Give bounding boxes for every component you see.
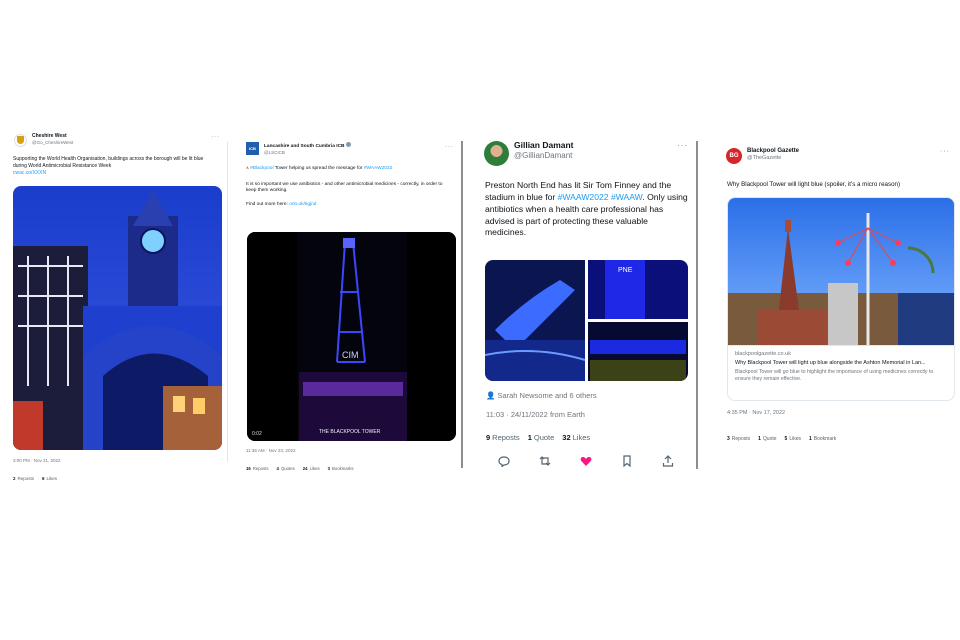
quotes-count[interactable]: 1 Quote	[528, 433, 555, 442]
reposts-count[interactable]: 2 Reposts	[13, 476, 34, 481]
tweet-body-2: It is so important we use antibiotics - …	[246, 181, 443, 194]
reposts-count[interactable]: 9 Reposts	[486, 433, 520, 442]
likes-count[interactable]: 5 Likes	[785, 436, 801, 442]
tweet-card-lancashire-icb: ICB Lancashire and South Cumbria ICB @LS…	[240, 136, 460, 481]
divider	[461, 141, 463, 468]
more-options-icon[interactable]: ···	[211, 134, 220, 140]
video-duration: 0:02	[252, 431, 262, 437]
tweet-header: Cheshire West @Go_CheshireWest	[14, 133, 73, 147]
more-options-icon[interactable]: ···	[445, 144, 454, 150]
verified-badge-icon	[345, 142, 351, 147]
author-name[interactable]: Lancashire and South Cumbria ICB	[264, 142, 351, 150]
tweet-text: ⩚ #Blackpool Tower helping us spread the…	[246, 166, 454, 209]
tweet-header: Gillian Damant @GillianDamant	[484, 140, 574, 166]
likes-count[interactable]: 24 Likes	[303, 466, 320, 471]
link-card[interactable]: blackpoolgazette.co.uk Why Blackpool Tow…	[727, 197, 955, 401]
tweet-stats: 2 Reposts 6 Likes	[13, 476, 57, 481]
tweet-timestamp[interactable]: 11:03 · 24/11/2022 from Earth	[486, 410, 585, 419]
avatar[interactable]	[14, 134, 27, 147]
tweet-header: ICB Lancashire and South Cumbria ICB @LS…	[246, 142, 351, 155]
like-icon[interactable]	[580, 455, 592, 467]
divider	[227, 142, 228, 462]
svg-text:PNE: PNE	[618, 267, 633, 274]
link-description: Blackpool Tower will go blue to highligh…	[735, 369, 934, 383]
hashtag-waaw[interactable]: #WAAW	[611, 192, 642, 202]
tweet-photo-chester-clock[interactable]	[13, 186, 222, 450]
video-frame-tower-blue: CIM THE BLACKPOOL TOWER 0:02	[247, 232, 456, 441]
hashtag-waaw2022[interactable]: #WAAW2022	[558, 192, 609, 202]
tweet-video-blackpool-tower[interactable]: CIM THE BLACKPOOL TOWER 0:02	[247, 232, 456, 441]
shield-logo-icon	[17, 136, 24, 144]
link-card-image-blackpool	[728, 198, 954, 345]
tweet-card-cheshire-west: Cheshire West @Go_CheshireWest ··· Suppo…	[8, 126, 226, 490]
quotes-count[interactable]: 1 Quote	[758, 436, 776, 442]
author-handle[interactable]: @TheGazette	[747, 155, 799, 161]
reposts-count[interactable]: 16 Reposts	[246, 466, 269, 471]
tweet-card-blackpool-gazette: BG Blackpool Gazette @TheGazette ··· Why…	[716, 140, 960, 450]
reposts-count[interactable]: 3 Reposts	[727, 436, 750, 442]
tweet-stats: 3 Reposts 1 Quote 5 Likes 1 Bookmark	[727, 436, 836, 442]
tweet-body: Supporting the World Health Organisation…	[13, 156, 204, 169]
more-options-icon[interactable]: ···	[940, 148, 950, 155]
tweet-timestamp[interactable]: 11:36 AM · Nov 23, 2022	[246, 448, 295, 453]
tweet-text: Supporting the World Health Organisation…	[13, 156, 218, 177]
author-name[interactable]: Gillian Damant	[514, 140, 574, 151]
find-more-link[interactable]: orlo.uk/kgjnd	[289, 202, 316, 207]
icb-logo[interactable]: ICB	[246, 142, 259, 155]
photo-eastgate-clock-blue	[13, 186, 222, 450]
author-handle[interactable]: @LSCICB	[264, 150, 351, 155]
tweet-card-gillian-damant: Gillian Damant @GillianDamant ··· Presto…	[474, 133, 696, 478]
link-title: Why Blackpool Tower will light up blue a…	[735, 360, 926, 366]
tweet-photo-grid: PNE	[485, 260, 688, 381]
bookmark-icon[interactable]	[621, 455, 633, 467]
gazette-logo[interactable]: BG	[726, 148, 742, 164]
tweet-stats: 9 Reposts 1 Quote 32 Likes	[486, 433, 590, 442]
tweet-actions	[498, 455, 678, 469]
hashtag-waaw2022[interactable]: #WAAW2022	[364, 166, 392, 171]
more-options-icon[interactable]: ···	[677, 141, 688, 150]
tagged-users[interactable]: 👤 Sarah Newsome and 6 others	[486, 391, 597, 400]
tweet-timestamp[interactable]: 4:35 PM · Nov 17, 2022	[727, 410, 785, 416]
repost-icon[interactable]	[539, 455, 551, 467]
bookmarks-count[interactable]: 3 Bookmarks	[328, 466, 354, 471]
link-domain: blackpoolgazette.co.uk	[735, 351, 791, 357]
collage-page: { "colors": {"link":"#1d9bf0","like":"#f…	[0, 0, 960, 640]
author-handle[interactable]: @GillianDamant	[514, 151, 574, 160]
author-name[interactable]: Blackpool Gazette	[747, 148, 799, 155]
find-more-line: Find out more here: orlo.uk/kgjnd	[246, 202, 317, 208]
author-handle[interactable]: @Go_CheshireWest	[32, 140, 73, 145]
quotes-count[interactable]: 4 Quotes	[277, 466, 295, 471]
tweet-header: BG Blackpool Gazette @TheGazette	[726, 148, 799, 164]
tweet-timestamp[interactable]: 3:00 PM · Nov 21, 2022	[13, 458, 61, 463]
tweet-text: Preston North End has lit Sir Tom Finney…	[485, 180, 688, 238]
share-icon[interactable]	[662, 455, 674, 467]
reply-icon[interactable]	[498, 455, 510, 467]
bookmarks-count[interactable]: 1 Bookmark	[809, 436, 836, 442]
tower-emoji-icon: ⩚	[246, 166, 249, 171]
divider	[696, 141, 698, 469]
tweet-text: Why Blackpool Tower will light blue (spo…	[727, 181, 901, 188]
person-icon: 👤	[486, 391, 496, 400]
hashtag-blackpool[interactable]: #Blackpool	[250, 166, 273, 171]
tweet-link[interactable]: cwac.co/XXXN	[13, 170, 46, 176]
avatar[interactable]	[484, 141, 509, 166]
photo-grid-preston: PNE	[485, 260, 688, 381]
likes-count[interactable]: 6 Likes	[42, 476, 57, 481]
likes-count[interactable]: 32 Likes	[562, 433, 590, 442]
tower-sign-text: THE BLACKPOOL TOWER	[319, 429, 381, 435]
tweet-stats: 16 Reposts 4 Quotes 24 Likes 3 Bookmarks	[246, 466, 354, 471]
svg-text:CIM: CIM	[342, 350, 359, 360]
